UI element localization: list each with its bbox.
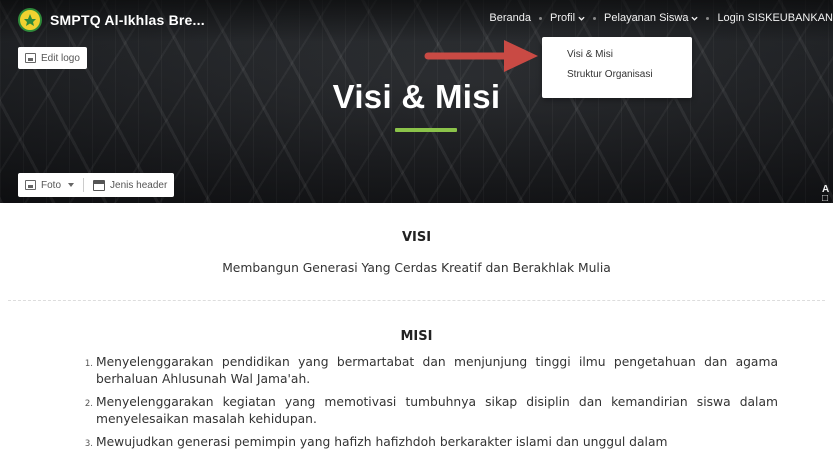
nav-label: Profil xyxy=(549,12,576,24)
list-text: Menyelenggarakan kegiatan yang memotivas… xyxy=(96,395,778,426)
foto-label: Foto xyxy=(41,179,62,191)
edit-logo-label: Edit logo xyxy=(41,52,80,64)
nav-item-login-siskeubankan[interactable]: Login SISKEUBANKAN xyxy=(717,12,833,24)
chevron-down-icon xyxy=(578,16,585,21)
list-number: 1. xyxy=(84,359,93,369)
edit-logo-button[interactable]: Edit logo xyxy=(18,47,87,69)
list-number: 2. xyxy=(84,399,93,409)
profil-dropdown-menu: Visi & Misi Struktur Organisasi xyxy=(542,37,692,98)
nav-separator xyxy=(593,16,597,20)
nav-separator xyxy=(706,16,710,20)
corner-glyph: A xyxy=(822,184,830,195)
jenis-header-button[interactable]: Jenis header xyxy=(93,179,168,191)
tool-divider xyxy=(83,178,85,192)
page-title: Visi & Misi xyxy=(332,78,501,115)
list-item: 3. Mewujudkan generasi pemimpin yang haf… xyxy=(82,434,778,453)
dropdown-item-visi-misi[interactable]: Visi & Misi xyxy=(542,45,692,65)
dropdown-item-struktur-organisasi[interactable]: Struktur Organisasi xyxy=(542,65,692,85)
section-divider xyxy=(8,300,825,301)
title-underline xyxy=(395,128,457,132)
main-nav: Beranda Profil Pelayanan Siswa Login SIS… xyxy=(489,12,833,24)
image-icon xyxy=(25,180,36,190)
list-item: 2. Menyelenggarakan kegiatan yang memoti… xyxy=(82,394,778,428)
header-layout-icon xyxy=(93,179,106,191)
image-icon xyxy=(25,53,36,63)
nav-item-beranda[interactable]: Beranda xyxy=(489,12,531,24)
misi-heading: MISI xyxy=(400,329,433,344)
list-text: Mewujudkan generasi pemimpin yang hafizh… xyxy=(96,435,668,449)
nav-label: Login SISKEUBANKAN xyxy=(717,12,833,24)
nav-separator xyxy=(538,16,542,20)
list-number: 3. xyxy=(84,439,93,449)
nav-item-pelayanan-siswa[interactable]: Pelayanan Siswa xyxy=(604,12,699,24)
nav-label: Pelayanan Siswa xyxy=(604,12,689,24)
visi-heading: VISI xyxy=(401,230,432,245)
chevron-down-icon xyxy=(691,16,699,21)
nav-label: Beranda xyxy=(489,12,531,24)
visi-statement: Membangun Generasi Yang Cerdas Kreatif d… xyxy=(222,261,611,275)
nav-item-profil[interactable]: Profil xyxy=(550,12,585,24)
header-tools-bar: Foto Jenis header xyxy=(18,173,175,197)
list-item: 1. Menyelenggarakan pendidikan yang berm… xyxy=(82,354,778,388)
list-text: Menyelenggarakan pendidikan yang bermart… xyxy=(96,355,778,386)
caret-down-icon xyxy=(68,183,75,187)
site-title[interactable]: SMPTQ Al-Ikhlas Bre... xyxy=(50,12,205,28)
top-navigation-bar: SMPTQ Al-Ikhlas Bre... Beranda Profil Pe… xyxy=(0,0,833,42)
jenis-header-label: Jenis header xyxy=(110,179,168,191)
site-brand[interactable]: SMPTQ Al-Ikhlas Bre... xyxy=(18,8,205,32)
school-logo-icon[interactable] xyxy=(18,8,42,32)
page-hero-header: SMPTQ Al-Ikhlas Bre... Beranda Profil Pe… xyxy=(0,0,833,203)
misi-list: 1. Menyelenggarakan pendidikan yang berm… xyxy=(82,354,778,456)
foto-dropdown-button[interactable]: Foto xyxy=(25,179,75,191)
red-arrow-annotation xyxy=(424,40,538,72)
accessibility-icon[interactable]: A □ xyxy=(822,184,830,204)
